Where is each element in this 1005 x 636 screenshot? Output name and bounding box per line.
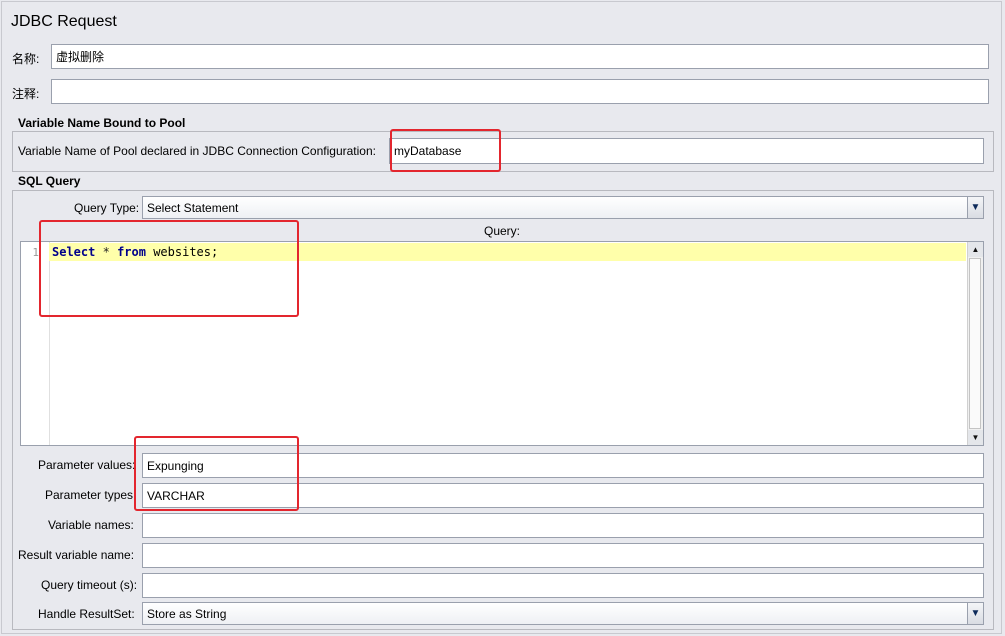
result-variable-name-input[interactable] bbox=[142, 543, 984, 568]
name-input[interactable]: 虚拟删除 bbox=[51, 44, 989, 69]
result-variable-name-label: Result variable name: bbox=[18, 548, 135, 562]
panel-title: JDBC Request bbox=[11, 13, 117, 30]
comment-input[interactable] bbox=[51, 79, 989, 104]
name-label: 名称: bbox=[12, 52, 40, 66]
comment-label: 注释: bbox=[12, 87, 40, 101]
query-type-label: Query Type: bbox=[74, 201, 140, 215]
triangle-down-icon[interactable]: ▼ bbox=[967, 197, 983, 218]
parameter-types-label: Parameter types: bbox=[45, 488, 137, 502]
variable-names-input[interactable] bbox=[142, 513, 984, 538]
highlight-box-pool bbox=[390, 129, 501, 172]
sql-section-heading: SQL Query bbox=[18, 174, 81, 188]
handle-resultset-label: Handle ResultSet: bbox=[38, 607, 135, 621]
editor-vertical-scrollbar[interactable]: ▲ ▼ bbox=[967, 242, 983, 445]
query-timeout-input[interactable] bbox=[142, 573, 984, 598]
query-timeout-label: Query timeout (s): bbox=[41, 578, 138, 592]
query-type-value: Select Statement bbox=[147, 200, 239, 215]
variable-names-label: Variable names: bbox=[48, 518, 134, 532]
triangle-up-icon[interactable]: ▲ bbox=[968, 242, 983, 257]
pool-section-heading: Variable Name Bound to Pool bbox=[18, 116, 186, 130]
highlight-box-params bbox=[134, 436, 299, 511]
handle-resultset-value: Store as String bbox=[147, 606, 227, 621]
scrollbar-thumb[interactable] bbox=[969, 258, 981, 429]
triangle-down-icon[interactable]: ▼ bbox=[968, 430, 983, 445]
query-label: Query: bbox=[484, 224, 521, 238]
pool-variable-label: Variable Name of Pool declared in JDBC C… bbox=[18, 144, 376, 158]
triangle-down-icon[interactable]: ▼ bbox=[967, 603, 983, 624]
query-type-select[interactable]: Select Statement ▼ bbox=[142, 196, 984, 219]
line-number: 1 bbox=[32, 246, 39, 259]
highlight-box-query bbox=[39, 220, 299, 317]
handle-resultset-select[interactable]: Store as String ▼ bbox=[142, 602, 984, 625]
parameter-values-label: Parameter values: bbox=[38, 458, 136, 472]
